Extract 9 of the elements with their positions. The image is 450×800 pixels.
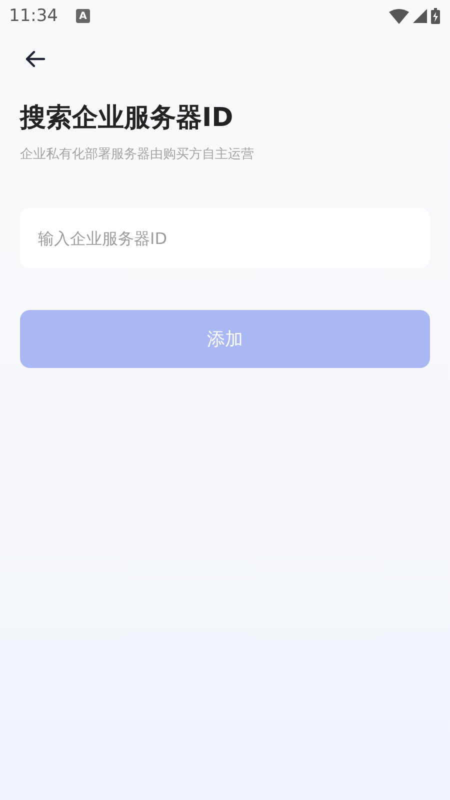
- wifi-icon: [389, 8, 409, 24]
- server-id-input[interactable]: 输入企业服务器ID: [20, 208, 430, 268]
- notification-icon: A: [76, 9, 90, 23]
- page-title: 搜索企业服务器ID: [20, 102, 234, 135]
- signal-icon: [413, 9, 427, 23]
- status-time: 11:34: [9, 6, 58, 26]
- battery-icon: [431, 8, 440, 24]
- page-subtitle: 企业私有化部署服务器由购买方自主运营: [20, 146, 255, 163]
- back-arrow-icon: [24, 50, 46, 68]
